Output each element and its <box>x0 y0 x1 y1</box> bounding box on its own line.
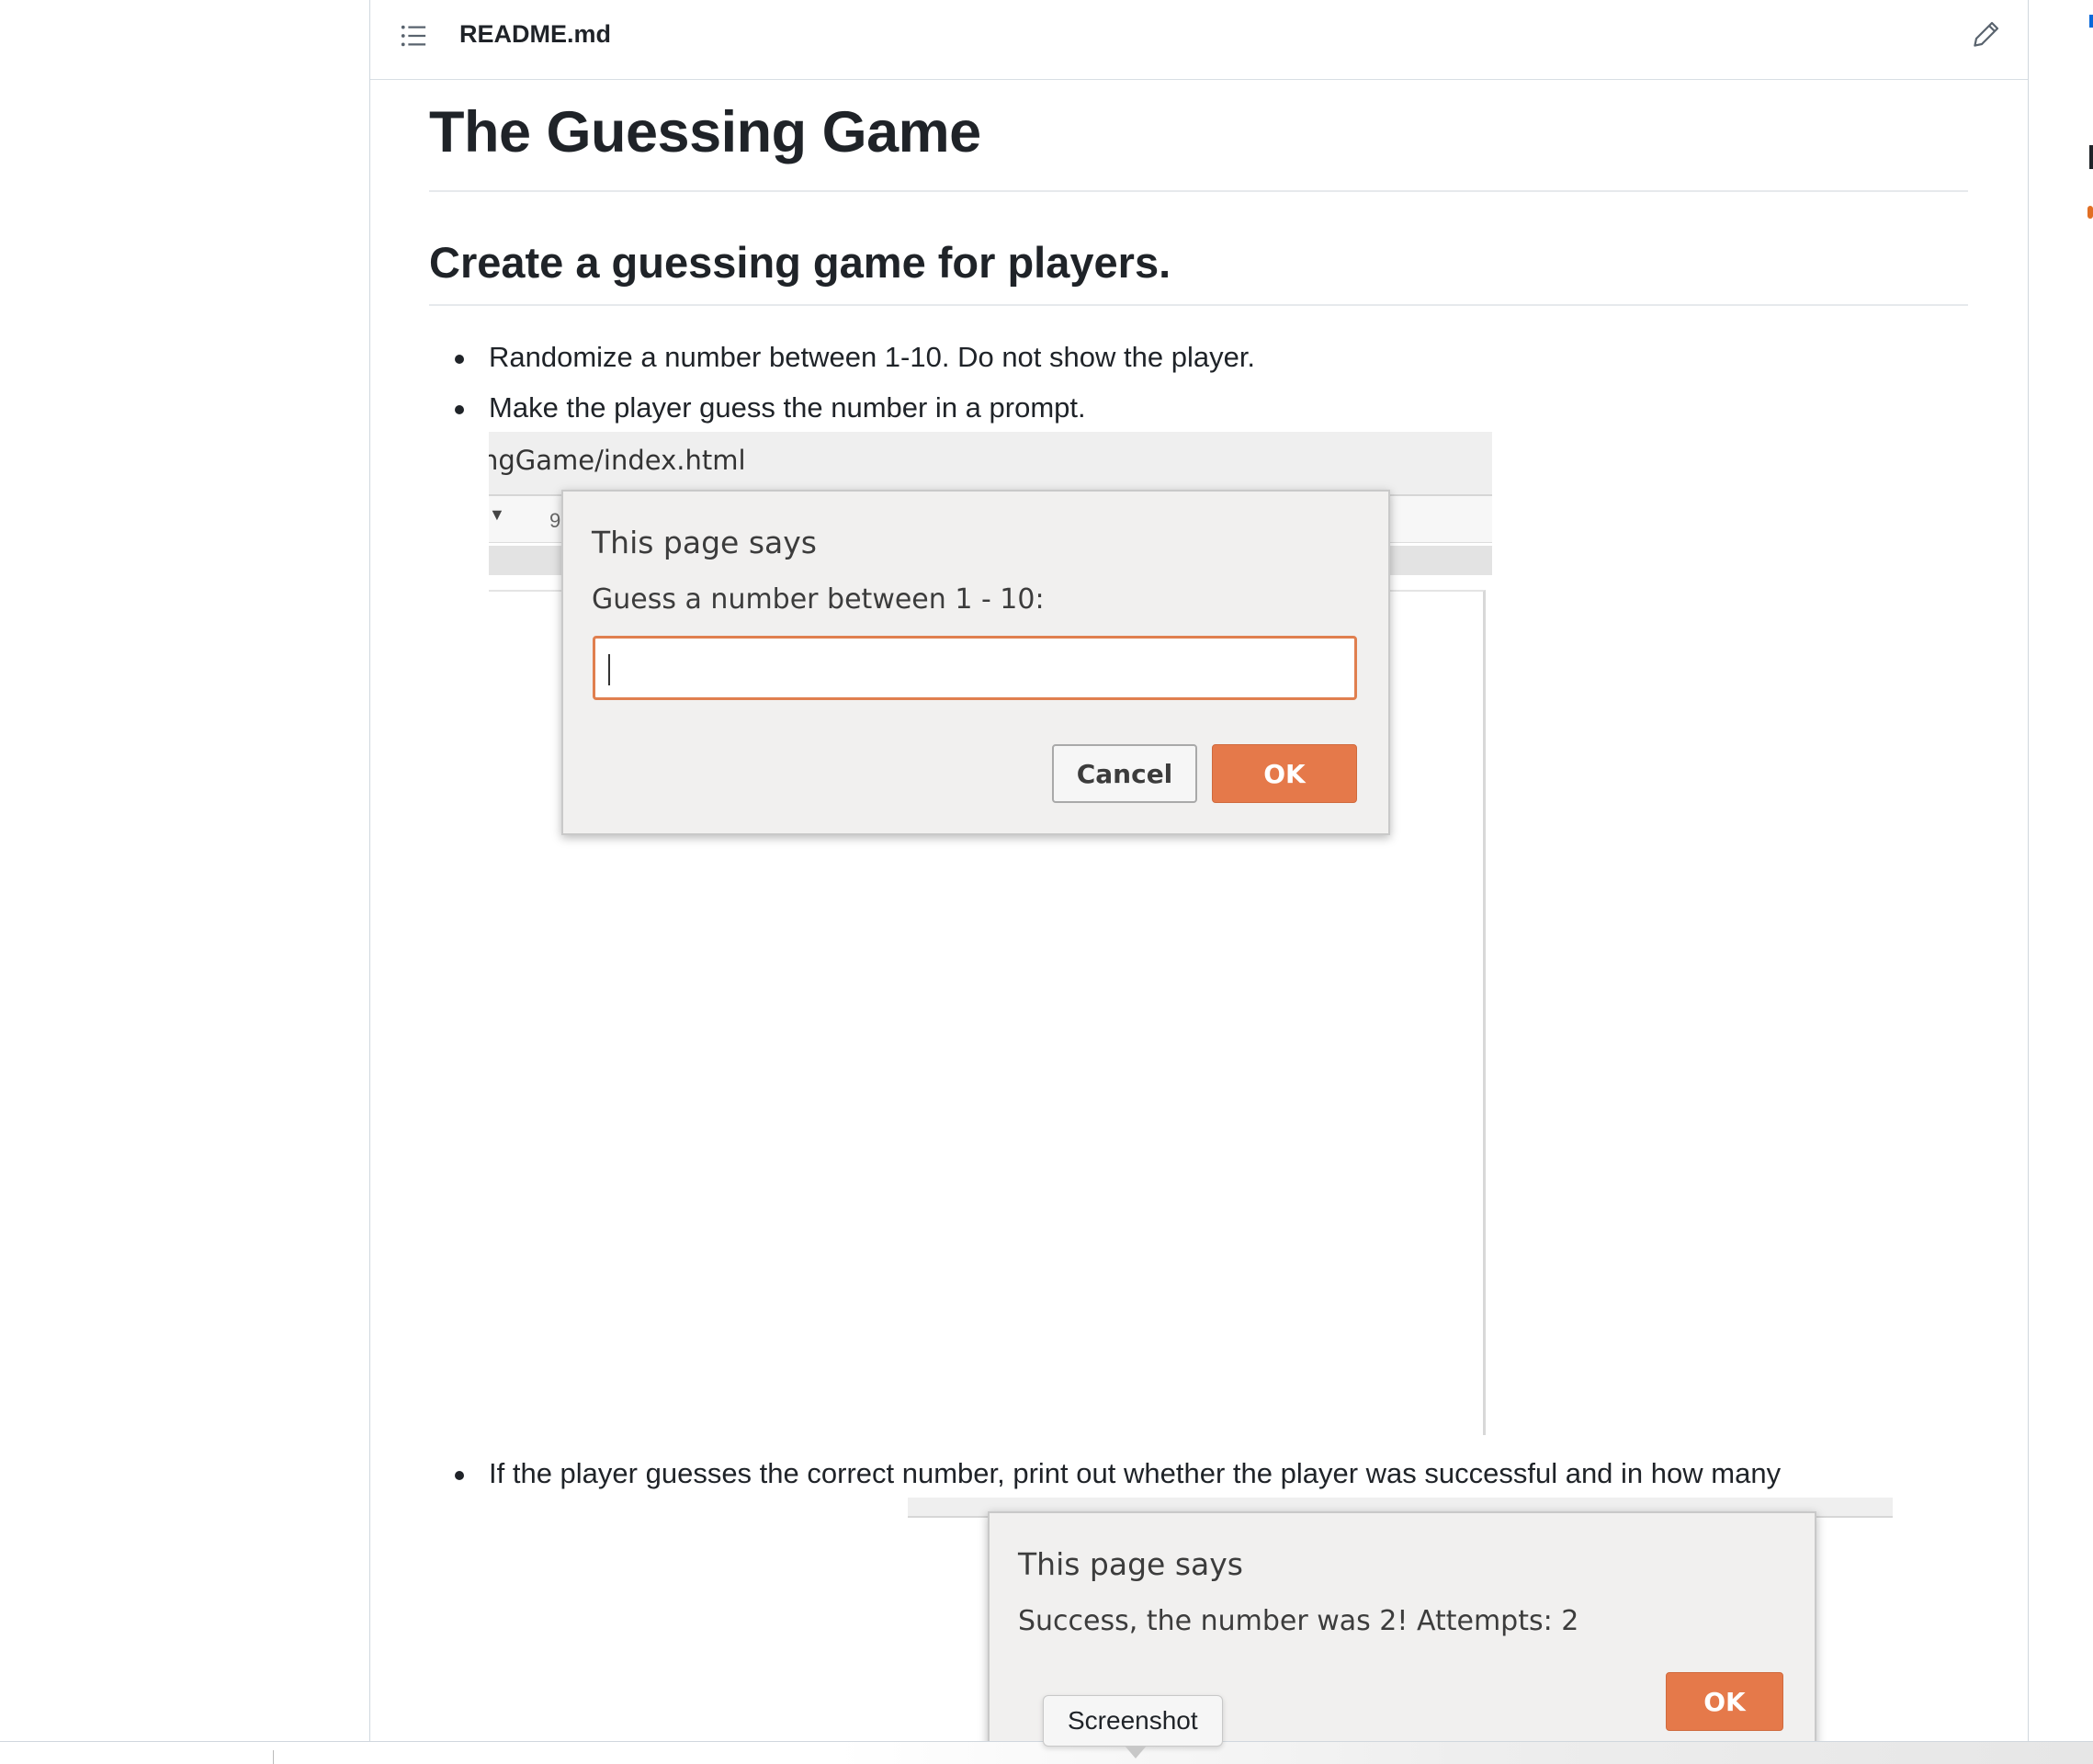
dialog-message: Success, the number was 2! Attempts: 2 <box>1018 1605 1579 1637</box>
tooltip-arrow-icon <box>1125 1746 1147 1758</box>
url-text: ngGame/index.html <box>489 445 746 476</box>
dialog-title: This page says <box>592 525 817 560</box>
list-item: If the player guesses the correct number… <box>489 1457 1782 1489</box>
browser-url-bar: ngGame/index.html <box>489 432 1492 496</box>
title-divider <box>429 190 1968 192</box>
heading-divider <box>429 304 1968 306</box>
readme-header: README.md <box>370 0 2028 80</box>
divider <box>273 1750 274 1764</box>
sidebar-text <box>2089 145 2093 169</box>
toolbar-text: 9 <box>549 509 561 532</box>
bullet-icon <box>455 1471 464 1480</box>
ok-button[interactable]: OK <box>1666 1672 1783 1731</box>
list-unordered-icon[interactable] <box>400 22 427 50</box>
ok-button[interactable]: OK <box>1212 744 1357 803</box>
cancel-button[interactable]: Cancel <box>1052 744 1197 803</box>
section-heading: Create a guessing game for players. <box>429 238 1171 287</box>
page-title: The Guessing Game <box>429 100 981 164</box>
screenshot-tooltip: Screenshot <box>1043 1695 1223 1747</box>
dropdown-arrow-icon: ▼ <box>489 505 505 524</box>
guess-input[interactable] <box>593 636 1357 700</box>
bullet-icon <box>455 355 464 364</box>
dialog-title: This page says <box>1018 1546 1243 1582</box>
list-item: Make the player guess the number in a pr… <box>489 391 1086 424</box>
right-edge-sidebar <box>2084 0 2093 239</box>
prompt-dialog: This page says Guess a number between 1 … <box>561 490 1390 835</box>
sidebar-link[interactable] <box>2089 15 2093 28</box>
text-caret <box>608 654 610 685</box>
language-dot-icon <box>2087 206 2093 219</box>
pencil-icon[interactable] <box>1971 20 2000 50</box>
list-item: Randomize a number between 1-10. Do not … <box>489 341 1256 373</box>
bullet-icon <box>455 405 464 414</box>
dialog-message: Guess a number between 1 - 10: <box>592 583 1045 616</box>
readme-filename[interactable]: README.md <box>459 20 611 49</box>
